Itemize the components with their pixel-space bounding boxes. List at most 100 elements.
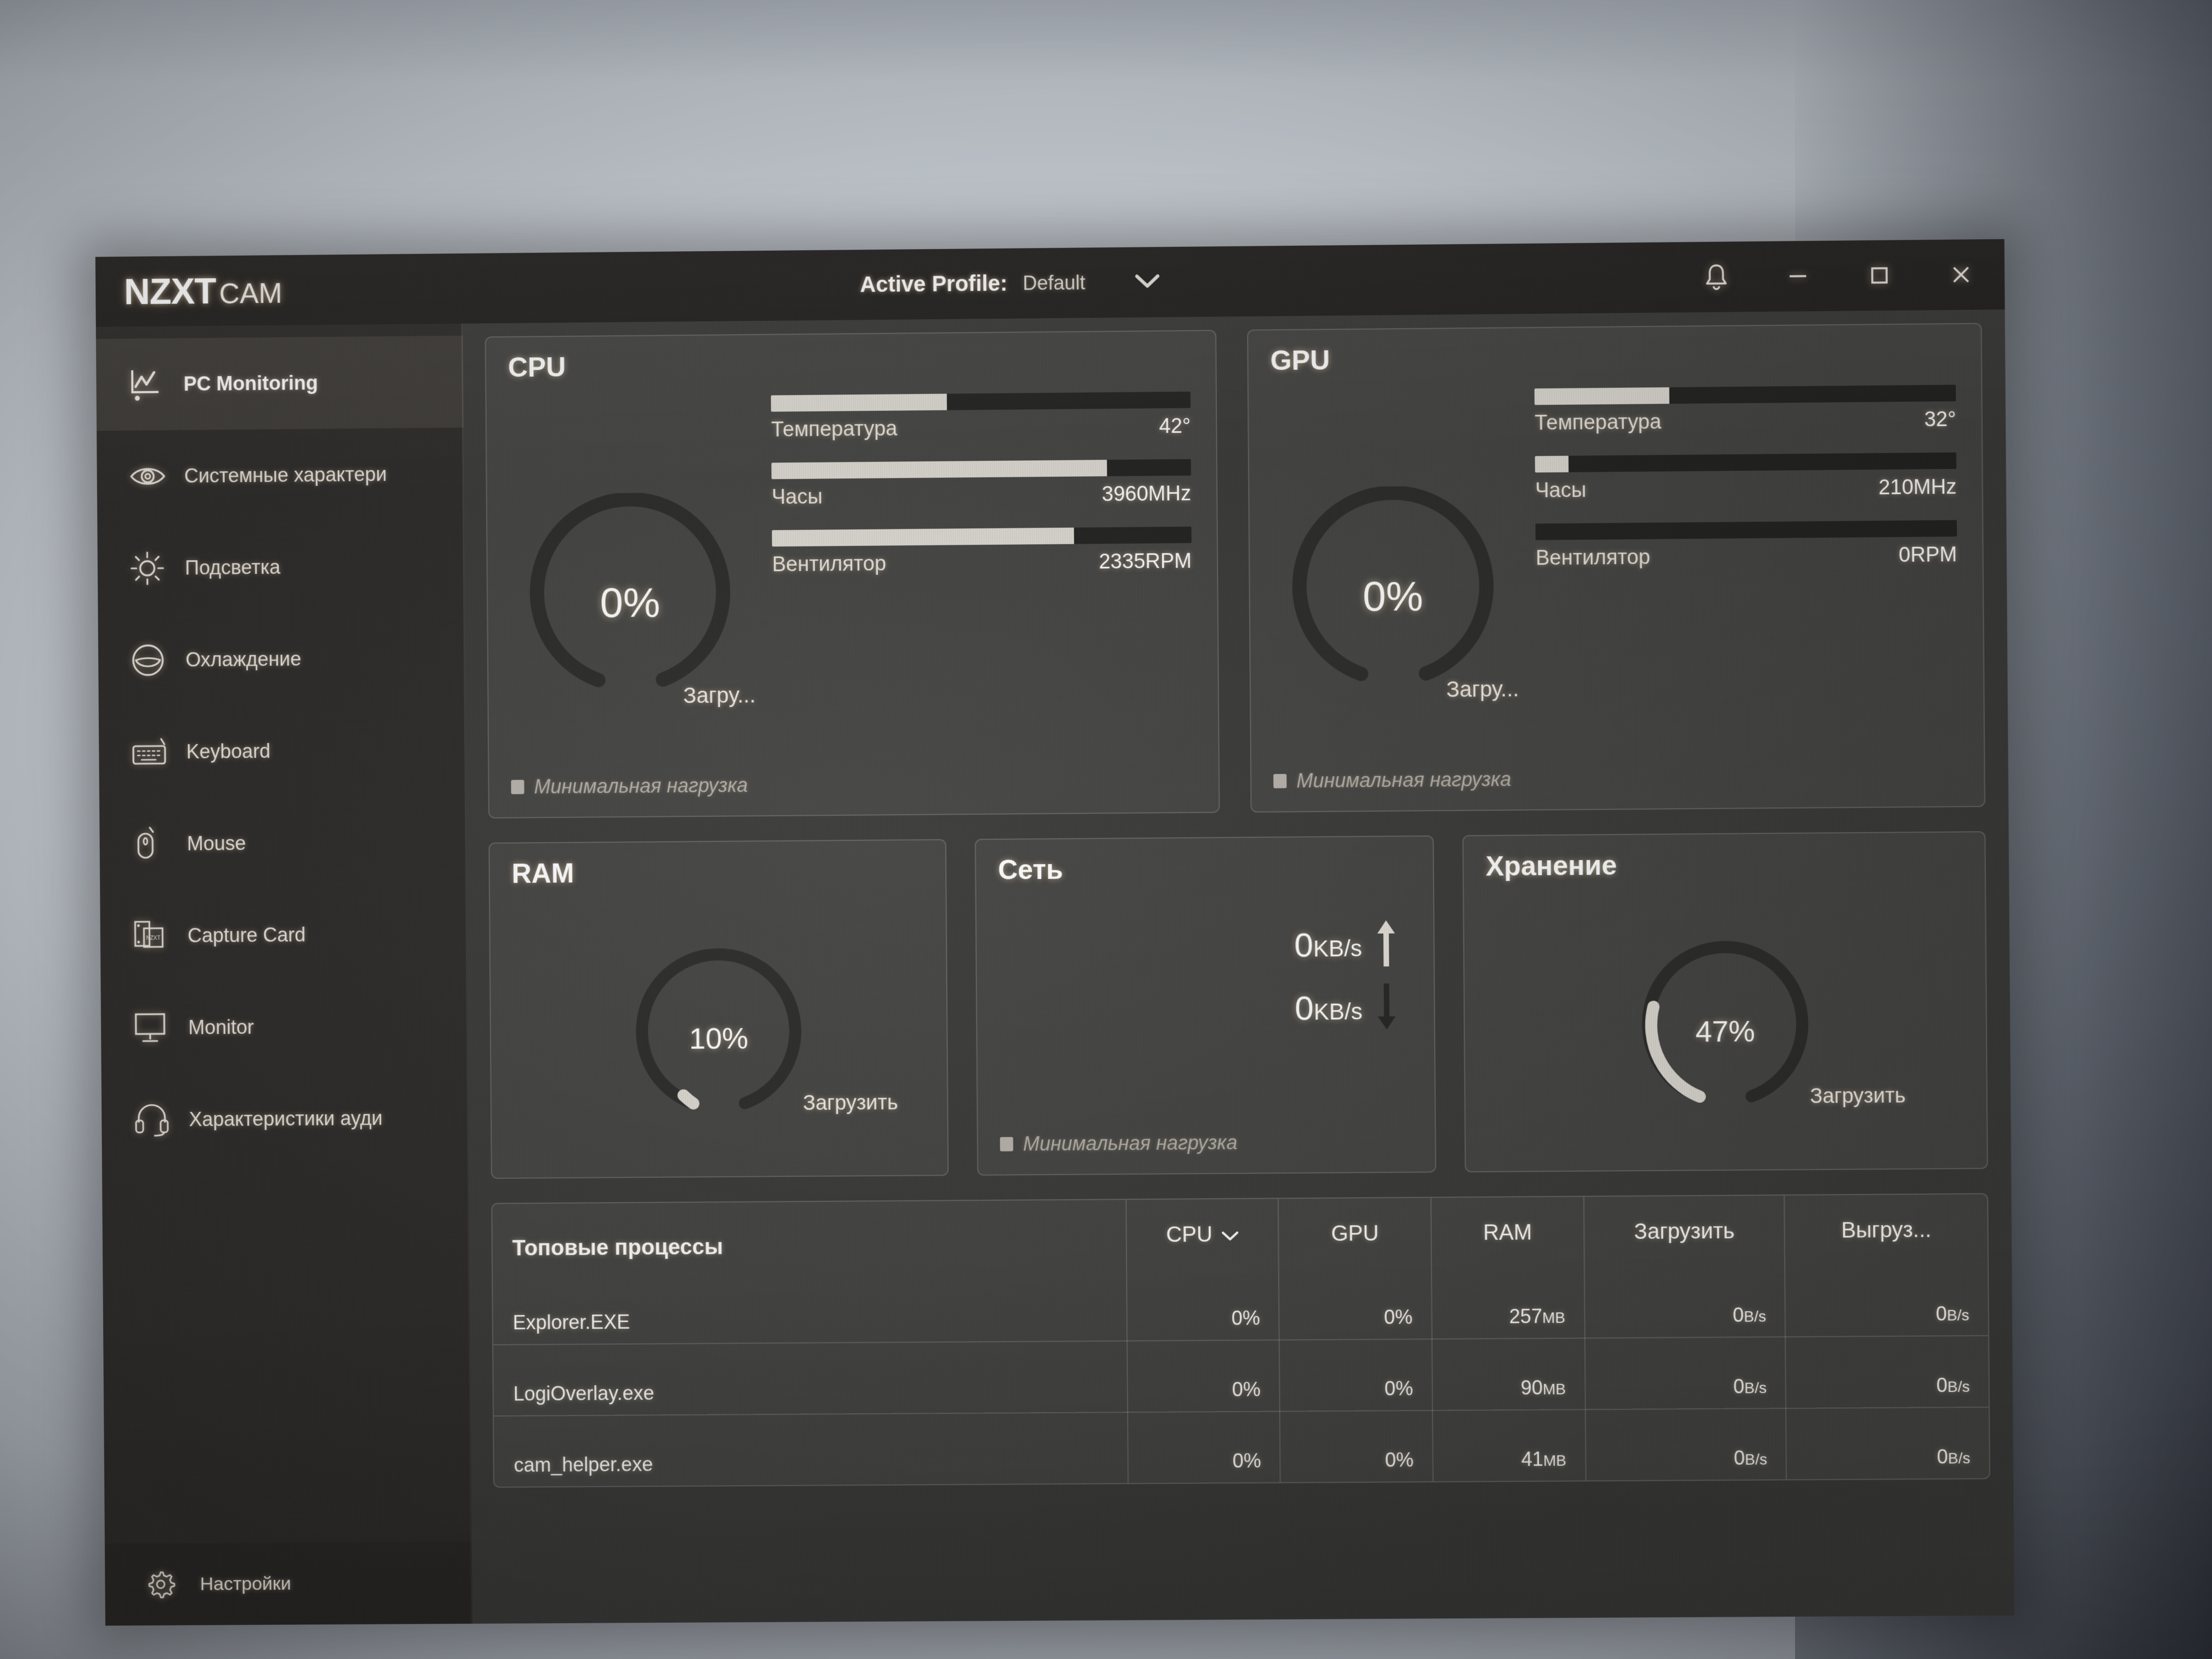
sidebar-item-monitor[interactable]: Monitor [101, 980, 469, 1074]
bell-icon[interactable] [1697, 257, 1736, 296]
load-note-text: Минимальная нагрузка [534, 774, 748, 798]
process-download: 0B/s [1584, 1266, 1786, 1339]
column-header-upload[interactable]: Выгруз... [1785, 1194, 1988, 1266]
keyboard-icon [131, 737, 178, 768]
column-header-ram[interactable]: RAM [1431, 1197, 1584, 1268]
close-icon[interactable] [1942, 255, 1980, 294]
process-gpu: 0% [1280, 1410, 1434, 1482]
brand-name-primary: NZXT [123, 270, 216, 312]
column-header-gpu[interactable]: GPU [1278, 1198, 1432, 1269]
process-cpu: 0% [1127, 1411, 1281, 1483]
network-values: 0KB/s 0KB/s [1294, 917, 1399, 1036]
sun-icon [129, 550, 176, 587]
gear-icon [144, 1568, 191, 1601]
table-header-row: Топовые процессы CPU GPU RAM Загрузить В… [492, 1194, 1988, 1274]
cpu-stat-fan: Вентилятор 2335RPM [772, 526, 1192, 577]
stat-value: 2335RPM [1098, 549, 1192, 574]
gpu-usage-sublabel: Загру... [1446, 677, 1519, 702]
sidebar: PC Monitoring Системные характери Подсве… [95, 323, 473, 1626]
storage-usage-value: 47% [1695, 1014, 1756, 1048]
process-gpu: 0% [1279, 1268, 1432, 1340]
storage-usage-sublabel: Загрузить [1809, 1084, 1906, 1108]
cpu-load-note: Минимальная нагрузка [511, 774, 748, 798]
storage-card: Хранение 47% Загрузить [1462, 831, 1988, 1173]
sidebar-item-cooling[interactable]: Охлаждение [98, 612, 466, 707]
stat-value: 3960MHz [1102, 482, 1192, 506]
sidebar-item-mouse[interactable]: Mouse [99, 795, 467, 890]
monitor-icon [133, 1011, 180, 1045]
process-name: cam_helper.exe [494, 1412, 1128, 1487]
process-cpu: 0% [1127, 1340, 1280, 1412]
app-logo: NZXT CAM [124, 269, 283, 312]
gpu-stat-fan: Вентилятор 0RPM [1535, 520, 1957, 571]
storage-card-title: Хранение [1485, 850, 1617, 882]
network-download-value: 0KB/s [1294, 989, 1363, 1028]
chevron-down-icon[interactable] [1135, 273, 1160, 292]
svg-text:NZXT: NZXT [146, 935, 160, 941]
column-header-download[interactable]: Загрузить [1583, 1195, 1785, 1267]
stat-label: Вентилятор [1536, 545, 1651, 570]
table-row[interactable]: cam_helper.exe 0% 0% 41MB 0B/s 0B/s [494, 1407, 1989, 1487]
load-note-text: Минимальная нагрузка [1296, 768, 1511, 792]
process-ram: 257MB [1431, 1267, 1585, 1340]
gpu-stats: Температура 32° Часы 210MHz Вентилятор 0… [1534, 377, 1984, 809]
process-gpu: 0% [1279, 1339, 1433, 1412]
window-body: PC Monitoring Системные характери Подсве… [95, 309, 2015, 1626]
ram-usage-sublabel: Загрузить [803, 1091, 899, 1115]
stat-label: Температура [771, 417, 898, 442]
stat-label: Температура [1534, 410, 1662, 435]
sidebar-item-label: Системные характери [184, 462, 387, 487]
cpu-stat-temperature: Температура 42° [771, 391, 1191, 442]
cpu-usage-value: 0% [600, 579, 661, 627]
process-cpu: 0% [1126, 1269, 1280, 1341]
cpu-stat-clock: Часы 3960MHz [771, 459, 1191, 510]
mid-cards-row: RAM 10% Загрузить Сеть 0KB/s 0KB/s Миним… [488, 831, 1988, 1179]
sidebar-item-keyboard[interactable]: Keyboard [99, 704, 466, 799]
sidebar-item-label: Характеристики ауди [189, 1107, 383, 1131]
sidebar-item-system-specs[interactable]: Системные характери [97, 427, 464, 522]
network-upload-value: 0KB/s [1294, 926, 1362, 964]
process-upload: 0B/s [1785, 1335, 1989, 1408]
table-row[interactable]: LogiOverlay.exe 0% 0% 90MB 0B/s 0B/s [493, 1335, 1989, 1416]
column-header-cpu[interactable]: CPU [1126, 1199, 1279, 1271]
cpu-card: CPU 0% Загру... Температура 42° Часы 396… [484, 330, 1220, 819]
ram-usage-value: 10% [689, 1022, 749, 1056]
process-ram: 90MB [1432, 1338, 1585, 1410]
gpu-usage-value: 0% [1362, 572, 1424, 620]
stat-label: Вентилятор [772, 552, 887, 577]
minimize-icon[interactable] [1779, 257, 1818, 296]
chevron-down-icon[interactable] [1221, 1222, 1239, 1246]
top-processes-card: Топовые процессы CPU GPU RAM Загрузить В… [491, 1193, 1990, 1488]
fan-circle-icon [130, 642, 177, 679]
sidebar-item-pc-monitoring[interactable]: PC Monitoring [95, 335, 464, 431]
process-upload: 0B/s [1937, 1445, 1971, 1468]
maximize-icon[interactable] [1860, 256, 1899, 295]
active-profile-selector[interactable]: Active Profile: Default [860, 247, 1160, 320]
stat-label: Часы [771, 485, 823, 509]
gpu-card: GPU 0% Загру... Температура 32° Часы 210… [1247, 323, 1985, 813]
gpu-usage-donut: 0% Загру... [1249, 381, 1538, 811]
sidebar-nav-list: PC Monitoring Системные характери Подсве… [95, 324, 472, 1544]
sidebar-item-audio-specs[interactable]: Характеристики ауди [101, 1071, 469, 1166]
stat-value: 32° [1924, 408, 1956, 432]
arrow-up-icon [1374, 917, 1398, 972]
storage-usage-donut: 47% Загрузить [1464, 891, 1987, 1171]
stat-value: 210MHz [1878, 475, 1957, 500]
table-row[interactable]: Explorer.EXE 0% 0% 257MB 0B/s 0B/s [493, 1265, 1988, 1345]
headset-icon [133, 1102, 180, 1138]
load-indicator-dot [1000, 1137, 1013, 1152]
sidebar-item-label: Mouse [187, 832, 246, 855]
chart-line-icon [128, 366, 175, 402]
sidebar-item-capture-card[interactable]: NZXT Capture Card [100, 888, 467, 983]
mouse-icon [131, 826, 178, 862]
nzxt-cam-window: NZXT CAM Active Profile: Default PC Moni… [95, 239, 2015, 1626]
stat-value: 42° [1159, 414, 1191, 438]
sidebar-item-label: Настройки [200, 1573, 291, 1594]
load-indicator-dot [1273, 774, 1287, 788]
process-download: 0B/s [1585, 1408, 1787, 1481]
sidebar-item-lighting[interactable]: Подсветка [97, 520, 465, 614]
gpu-card-title: GPU [1270, 345, 1330, 376]
cpu-stats: Температура 42° Часы 3960MHz Вентилятор … [771, 383, 1218, 815]
sidebar-item-settings[interactable]: Настройки [104, 1541, 473, 1626]
process-upload: 0B/s [1785, 1265, 1988, 1338]
